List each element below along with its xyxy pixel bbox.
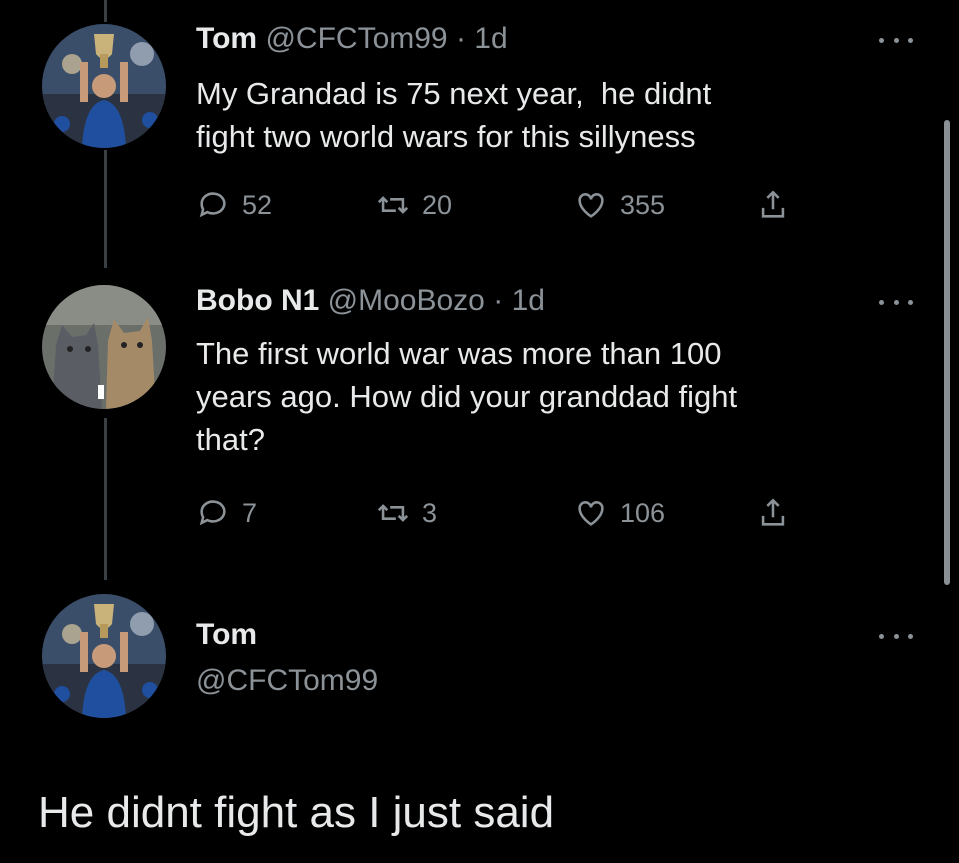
reply-count: 7 [242, 497, 258, 528]
display-name[interactable]: Tom [196, 22, 257, 55]
tweet-actions: 7 3 106 [196, 496, 836, 536]
like-icon [578, 193, 604, 218]
reply-count: 52 [242, 189, 273, 220]
like-button[interactable]: 355 [574, 188, 665, 222]
tweet-text: He didnt fight as I just said [38, 788, 555, 837]
user-handle[interactable]: @MooBozo [328, 284, 485, 317]
scrollbar[interactable] [944, 120, 950, 585]
thread-line [104, 418, 107, 580]
tweet-actions: 52 20 355 [196, 188, 836, 228]
share-button[interactable] [756, 496, 790, 530]
retweet-count: 3 [422, 497, 438, 528]
share-icon [761, 498, 785, 526]
timestamp[interactable]: 1d [474, 22, 507, 55]
separator-dot: · [455, 22, 466, 55]
reply-button[interactable]: 52 [196, 188, 272, 222]
display-name[interactable]: Bobo N1 [196, 284, 319, 317]
timestamp[interactable]: 1d [512, 284, 545, 317]
more-icon[interactable] [879, 630, 913, 642]
avatar[interactable] [42, 24, 166, 148]
tweet-text: The first world war was more than 100 ye… [196, 336, 738, 457]
reply-button[interactable]: 7 [196, 496, 257, 530]
share-icon [761, 190, 785, 218]
retweet-icon [377, 196, 409, 214]
user-handle[interactable]: @CFCTom99 [265, 22, 447, 55]
avatar[interactable] [42, 594, 166, 718]
thread-line [104, 150, 107, 268]
retweet-icon [377, 504, 409, 522]
share-button[interactable] [756, 188, 790, 222]
reply-icon [199, 500, 226, 526]
separator-dot: · [493, 284, 504, 317]
thread-line [104, 0, 107, 22]
like-count: 355 [620, 189, 666, 220]
more-icon[interactable] [879, 296, 913, 308]
like-icon [578, 501, 604, 526]
retweet-button[interactable]: 20 [376, 188, 452, 222]
reply-icon [199, 192, 226, 218]
like-button[interactable]: 106 [574, 496, 665, 530]
display-name[interactable]: Tom [196, 618, 257, 652]
more-icon[interactable] [879, 34, 913, 46]
user-handle[interactable]: @CFCTom99 [196, 664, 378, 698]
like-count: 106 [620, 497, 666, 528]
tweet-header: Tom @CFCTom99 · 1d [196, 22, 508, 56]
retweet-button[interactable]: 3 [376, 496, 437, 530]
tweet-text: My Grandad is 75 next year, he didnt fig… [196, 76, 712, 154]
retweet-count: 20 [422, 189, 453, 220]
tweet-header: Bobo N1 @MooBozo · 1d [196, 284, 545, 318]
avatar[interactable] [42, 285, 166, 409]
